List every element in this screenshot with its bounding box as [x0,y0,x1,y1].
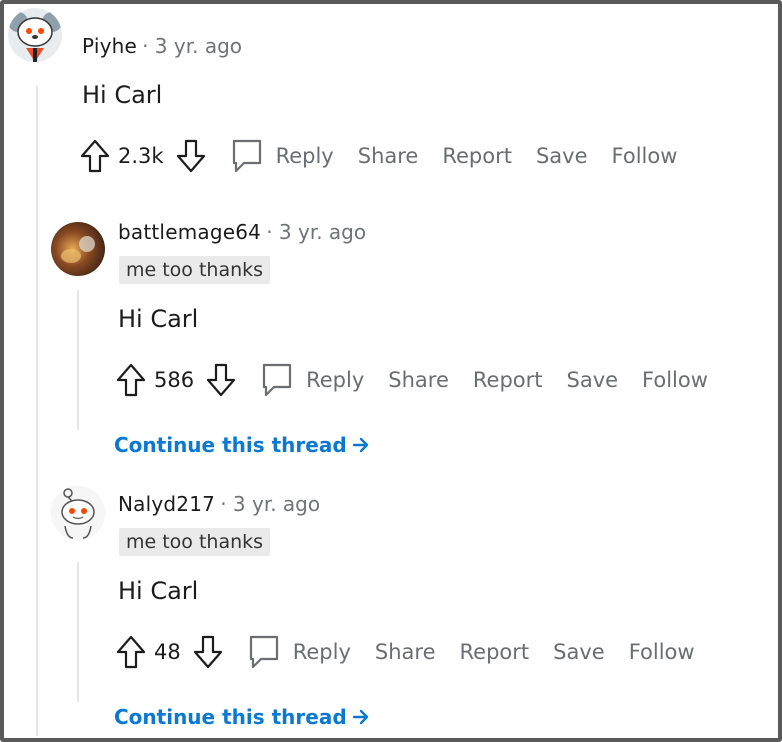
comment-bubble-icon [260,362,294,398]
continue-thread-label: Continue this thread [114,433,347,457]
downvote-icon[interactable] [191,632,225,672]
vote-count: 48 [154,640,181,664]
author-name[interactable]: Nalyd217 [118,492,215,516]
follow-button[interactable]: Follow [629,640,695,664]
reply-button[interactable]: Reply [230,138,334,174]
author-name[interactable]: battlemage64 [118,220,261,244]
comment-timestamp[interactable]: · 3 yr. ago [220,492,320,516]
reply-label: Reply [275,144,334,168]
comment-header: Nalyd217 · 3 yr. ago [118,492,320,516]
report-button[interactable]: Report [473,368,543,392]
author-name[interactable]: Piyhe [82,34,137,58]
comment-timestamp[interactable]: · 3 yr. ago [266,220,366,244]
avatar[interactable] [51,486,105,540]
comment-timestamp[interactable]: · 3 yr. ago [142,34,242,58]
comment-actions: 48 Reply Share Report Save Follow [114,632,719,672]
thread-line-root[interactable] [36,86,38,736]
report-button[interactable]: Report [442,144,512,168]
reply-button[interactable]: Reply [260,362,364,398]
follow-button[interactable]: Follow [612,144,678,168]
comment-body: Hi Carl [82,81,163,109]
comment-header: Piyhe · 3 yr. ago [82,34,242,58]
avatar[interactable] [51,222,105,276]
comment-body: Hi Carl [118,305,199,333]
comment-bubble-icon [247,634,281,670]
comment-header: battlemage64 · 3 yr. ago [118,220,366,244]
reply-button[interactable]: Reply [247,634,351,670]
koala-snoo-avatar-icon [8,8,62,62]
downvote-icon[interactable] [174,136,208,176]
user-flair: me too thanks [119,256,271,284]
default-snoo-avatar-icon [51,486,105,540]
photo-avatar-icon [51,222,105,276]
share-button[interactable]: Share [375,640,436,664]
upvote-icon[interactable] [114,632,148,672]
share-button[interactable]: Share [358,144,419,168]
save-button[interactable]: Save [567,368,619,392]
save-button[interactable]: Save [553,640,605,664]
save-button[interactable]: Save [536,144,588,168]
user-flair: me too thanks [119,528,271,556]
reply-label: Reply [306,368,365,392]
arrow-right-icon [352,437,368,453]
downvote-icon[interactable] [204,360,238,400]
arrow-right-icon [352,709,368,725]
continue-thread-link[interactable]: Continue this thread [114,705,371,729]
comment-actions: 586 Reply Share Report Save Follow [114,360,732,400]
report-button[interactable]: Report [460,640,530,664]
upvote-icon[interactable] [78,136,112,176]
avatar[interactable] [8,8,62,62]
reply-label: Reply [292,640,351,664]
vote-count: 2.3k [118,144,164,168]
upvote-icon[interactable] [114,360,148,400]
comment-bubble-icon [230,138,264,174]
follow-button[interactable]: Follow [642,368,708,392]
thread-line-reply-1[interactable] [77,290,79,430]
vote-count: 586 [154,368,195,392]
comment-body: Hi Carl [118,577,199,605]
share-button[interactable]: Share [388,368,449,392]
continue-thread-link[interactable]: Continue this thread [114,433,371,457]
thread-line-reply-2[interactable] [77,562,79,702]
continue-thread-label: Continue this thread [114,705,347,729]
comment-actions: 2.3k Reply Share Report Save Follow [78,136,701,176]
